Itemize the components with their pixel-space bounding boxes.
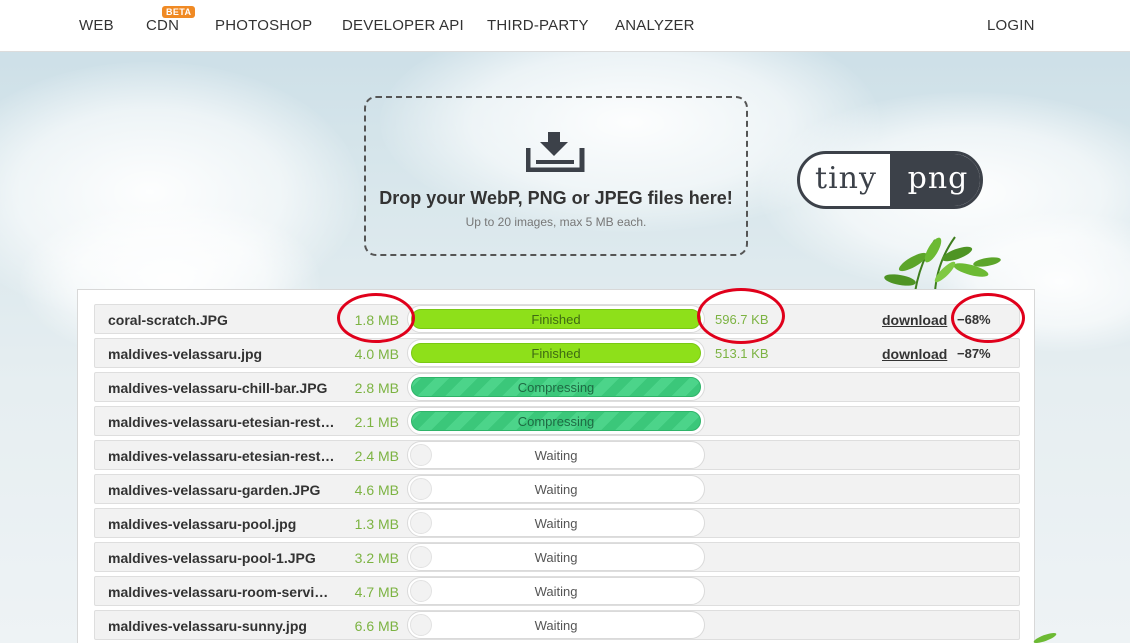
original-size: 6.6 MB — [354, 618, 399, 634]
original-size: 2.4 MB — [354, 448, 399, 464]
nav-photoshop[interactable]: PHOTOSHOP — [215, 17, 312, 34]
original-size: 1.3 MB — [354, 516, 399, 532]
file-list-panel: coral-scratch.JPG 1.8 MB Finished 596.7 KB d… — [77, 289, 1035, 643]
file-name: maldives-velassaru.jpg — [108, 346, 263, 362]
file-row: maldives-velassaru.jpg 4.0 MB Finished 513.… — [94, 338, 1020, 368]
progress-bar: Compressing — [407, 407, 705, 435]
original-size: 1.8 MB — [354, 312, 399, 328]
status-label: Waiting — [534, 618, 578, 633]
file-name: maldives-velassaru-garden.JPG — [108, 482, 321, 498]
saving-percent: −87% — [957, 346, 991, 361]
progress-bar: Finished — [407, 339, 705, 367]
nav-analyzer[interactable]: ANALYZER — [615, 17, 695, 34]
drop-zone-subtitle: Up to 20 images, max 5 MB each. — [465, 215, 647, 229]
status-label: Waiting — [534, 584, 578, 599]
nav-web[interactable]: WEB — [79, 17, 114, 34]
file-row: maldives-velassaru-garden.JPG 4.6 MB Waiti… — [94, 474, 1020, 504]
status-label: Waiting — [534, 448, 578, 463]
nav-developer-api[interactable]: DEVELOPER API — [342, 17, 464, 34]
file-name: maldives-velassaru-sunny.jpg — [108, 618, 307, 634]
logo-text-tiny: tiny — [815, 161, 877, 196]
login-link[interactable]: LOGIN — [987, 17, 1035, 34]
progress-bar: Waiting — [407, 475, 705, 503]
logo-text-png: png — [890, 154, 980, 206]
nav-cdn[interactable]: CDN — [146, 17, 179, 34]
file-row: coral-scratch.JPG 1.8 MB Finished 596.7 KB d… — [94, 304, 1020, 334]
tinypng-logo: tiny png — [797, 151, 983, 209]
progress-bar: Waiting — [407, 577, 705, 605]
status-label: Finished — [531, 312, 581, 327]
upload-tray-icon — [526, 132, 585, 172]
original-size: 2.1 MB — [354, 414, 399, 430]
progress-bar: Finished — [407, 305, 705, 333]
file-row: maldives-velassaru-room-servi… 4.7 MB Wait… — [94, 576, 1020, 606]
original-size: 2.8 MB — [354, 380, 399, 396]
progress-bar: Waiting — [407, 611, 705, 639]
file-name: maldives-velassaru-pool-1.JPG — [108, 550, 316, 566]
file-name: coral-scratch.JPG — [108, 312, 228, 328]
drop-zone-title: Drop your WebP, PNG or JPEG files here! — [379, 188, 733, 208]
progress-bar: Compressing — [407, 373, 705, 401]
progress-bar: Waiting — [407, 509, 705, 537]
status-label: Waiting — [534, 482, 578, 497]
download-link[interactable]: download — [882, 346, 947, 362]
status-label: Waiting — [534, 550, 578, 565]
file-row: maldives-velassaru-pool.jpg 1.3 MB Waiting — [94, 508, 1020, 538]
leaf-icon — [1033, 633, 1057, 643]
beta-badge: BETA — [162, 6, 196, 18]
progress-bar: Waiting — [407, 543, 705, 571]
top-navigation: WEB CDN BETA PHOTOSHOP DEVELOPER API THI… — [0, 0, 1130, 52]
file-row: maldives-velassaru-sunny.jpg 6.6 MB Waitin… — [94, 610, 1020, 640]
saving-percent: −68% — [957, 312, 991, 327]
nav-third-party[interactable]: THIRD-PARTY — [487, 17, 589, 34]
original-size: 4.0 MB — [354, 346, 399, 362]
status-label: Waiting — [534, 516, 578, 531]
file-row: maldives-velassaru-chill-bar.JPG 2.8 MB Co… — [94, 372, 1020, 402]
file-name: maldives-velassaru-pool.jpg — [108, 516, 297, 532]
download-link[interactable]: download — [882, 312, 947, 328]
file-name: maldives-velassaru-etesian-rest… — [108, 448, 335, 464]
file-drop-zone[interactable]: Drop your WebP, PNG or JPEG files here! … — [364, 96, 748, 256]
file-row: maldives-velassaru-etesian-rest… 2.4 MB Wa… — [94, 440, 1020, 470]
original-size: 4.6 MB — [354, 482, 399, 498]
file-name: maldives-velassaru-chill-bar.JPG — [108, 380, 328, 396]
file-name: maldives-velassaru-room-servi… — [108, 584, 329, 600]
progress-bar: Waiting — [407, 441, 705, 469]
original-size: 3.2 MB — [354, 550, 399, 566]
file-row: maldives-velassaru-etesian-rest… 2.1 MB Co… — [94, 406, 1020, 436]
status-label: Compressing — [517, 414, 595, 429]
plant-illustration — [884, 236, 1001, 292]
status-label: Finished — [531, 346, 581, 361]
compressed-size: 596.7 KB — [715, 312, 769, 327]
original-size: 4.7 MB — [354, 584, 399, 600]
file-row: maldives-velassaru-pool-1.JPG 3.2 MB Waiti… — [94, 542, 1020, 572]
compressed-size: 513.1 KB — [715, 346, 769, 361]
file-name: maldives-velassaru-etesian-rest… — [108, 414, 335, 430]
status-label: Compressing — [517, 380, 595, 395]
